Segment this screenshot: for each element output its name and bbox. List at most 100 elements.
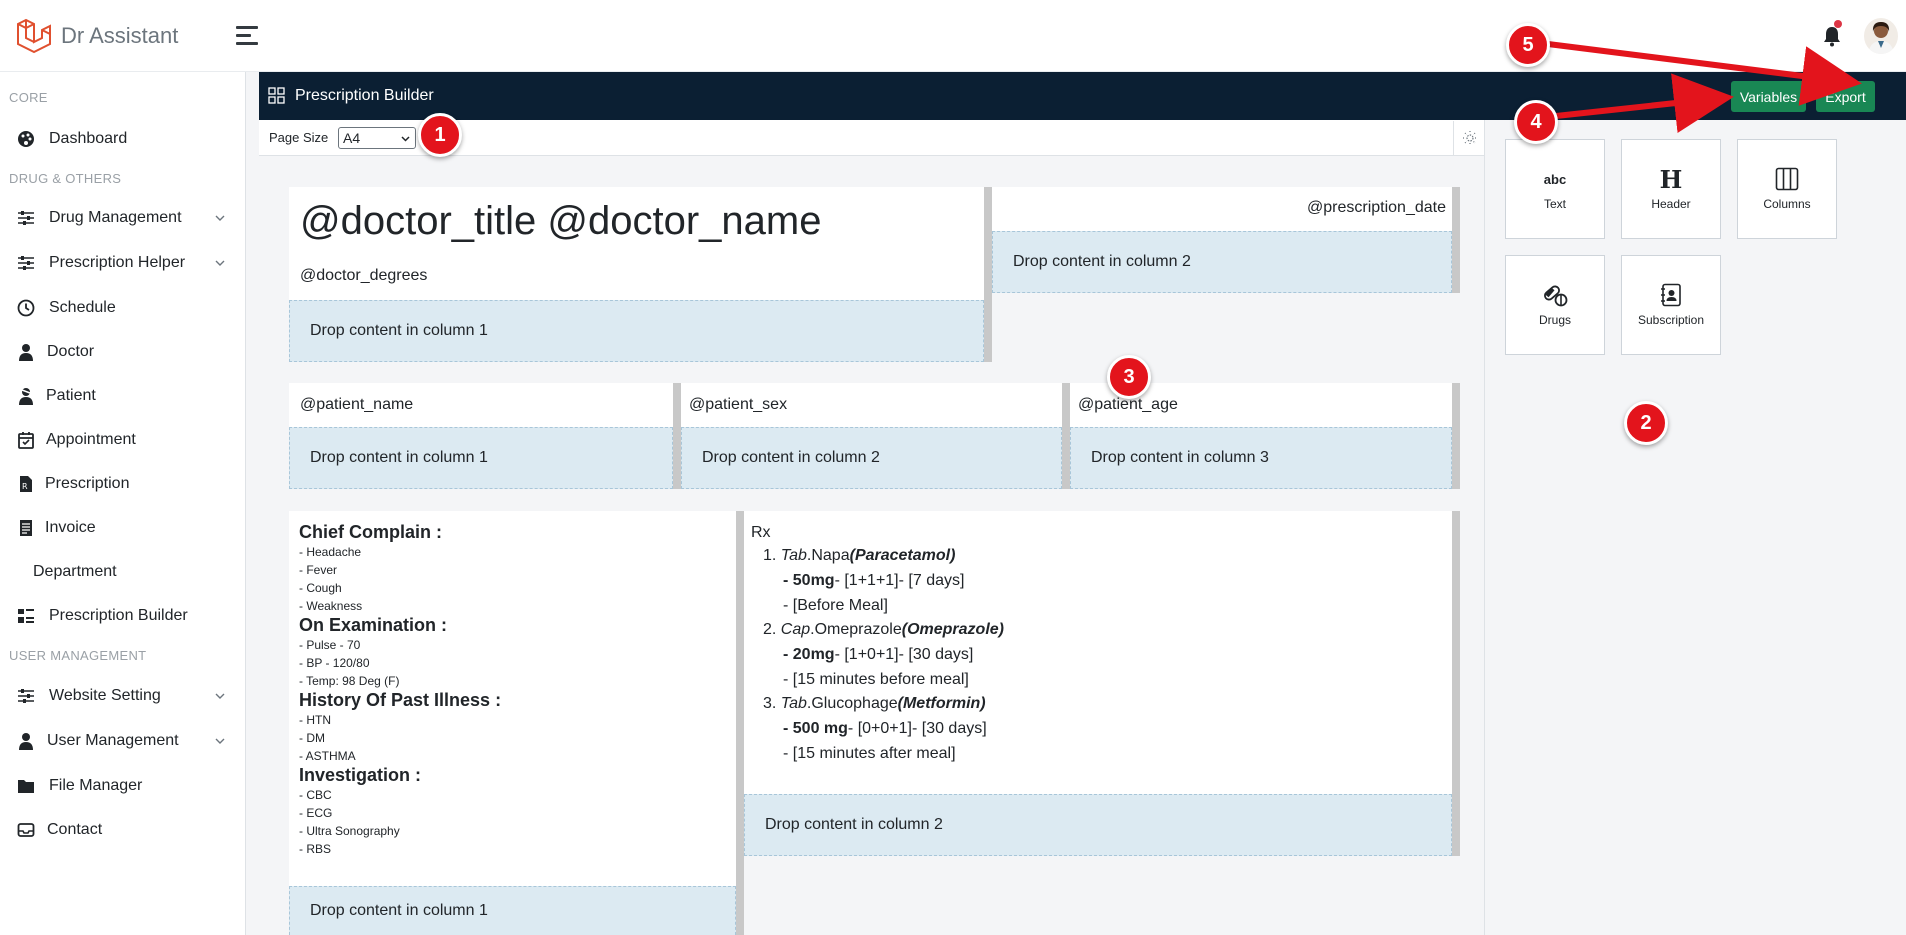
sidebar-item-doctor[interactable]: Doctor [0, 332, 245, 372]
list-item: - Fever [299, 563, 338, 577]
menu-toggle-icon[interactable] [236, 26, 258, 46]
page-size-select[interactable]: A4 [338, 127, 416, 149]
callout-badge-4: 4 [1514, 100, 1558, 144]
user-injured-icon [19, 388, 33, 405]
drug-dose: - 500 mg [783, 720, 848, 737]
component-header[interactable]: H Header [1621, 139, 1721, 239]
section-title: Chief Complain : [299, 522, 442, 542]
list-item: - Temp: 98 Deg (F) [299, 674, 400, 688]
doctor-title-name-variable[interactable]: @doctor_title @doctor_name [300, 199, 821, 244]
component-drugs[interactable]: Drugs [1505, 255, 1605, 355]
notification-bell-icon[interactable] [1820, 24, 1844, 48]
user-icon [19, 733, 33, 750]
drug-dose-line: - 20mg- [1+0+1]- [30 days] [783, 646, 973, 664]
list-item: - HTN [299, 713, 331, 727]
column-resize-handle[interactable] [1062, 383, 1070, 489]
doctor-degrees-variable[interactable]: @doctor_degrees [300, 267, 427, 285]
drug-dose-line: - 50mg- [1+1+1]- [7 days] [783, 572, 964, 590]
sidebar-item-contact[interactable]: Contact [0, 810, 245, 850]
row3-drop-column1[interactable]: Drop content in column 1 [289, 886, 736, 935]
clinical-notes-text[interactable]: Chief Complain : - Headache - Fever - Co… [299, 522, 501, 858]
list-item: - Headache [299, 545, 362, 559]
page-size-label: Page Size [269, 130, 329, 145]
sidebar-item-label: Patient [46, 387, 96, 404]
column-resize-handle[interactable] [673, 383, 681, 489]
row2-drop-column1[interactable]: Drop content in column 1 [289, 427, 673, 489]
variables-button[interactable]: Variables [1731, 81, 1806, 112]
list-item: - ECG [299, 806, 333, 820]
brand[interactable]: Dr Assistant [14, 16, 178, 56]
chevron-down-icon [215, 738, 225, 744]
sliders-icon [18, 211, 34, 225]
patient-sex-variable[interactable]: @patient_sex [689, 396, 787, 414]
components-panel [1486, 120, 1906, 935]
list-item: - Weakness [299, 599, 363, 613]
drug-generic: (Omeprazole) [901, 621, 1004, 638]
row2-drop-column3[interactable]: Drop content in column 3 [1070, 427, 1452, 489]
drug-item: 3. Tab.Glucophage(Metformin) [763, 695, 986, 713]
brand-name: Dr Assistant [61, 23, 179, 48]
sidebar-item-prescription-helper[interactable]: Prescription Helper [0, 243, 245, 283]
sidebar-item-dashboard[interactable]: Dashboard [0, 119, 245, 159]
row3-drop-column2[interactable]: Drop content in column 2 [744, 794, 1452, 856]
sidebar-item-drug-management[interactable]: Drug Management [0, 198, 245, 238]
sidebar-item-appointment[interactable]: Appointment [0, 420, 245, 460]
top-navbar: Dr Assistant [0, 0, 1906, 72]
sidebar-heading-user-management: USER MANAGEMENT [9, 648, 147, 663]
columns-icon [1775, 167, 1799, 191]
row2-drop-column2[interactable]: Drop content in column 2 [681, 427, 1062, 489]
column-resize-handle[interactable] [1452, 187, 1460, 293]
section-title: On Examination : [299, 615, 448, 635]
section-title: History Of Past Illness : [299, 690, 502, 710]
column-resize-handle[interactable] [984, 187, 992, 362]
builder-icon [18, 609, 34, 623]
builder-header [259, 72, 1906, 120]
row1-drop-column2[interactable]: Drop content in column 2 [992, 231, 1452, 293]
column-resize-handle[interactable] [1452, 511, 1460, 856]
drug-number: 1. [763, 547, 777, 564]
drug-note: - [15 minutes before meal] [783, 671, 969, 688]
sidebar-item-prescription-builder[interactable]: Prescription Builder [0, 596, 245, 636]
component-columns[interactable]: Columns [1737, 139, 1837, 239]
sidebar-item-patient[interactable]: Patient [0, 376, 245, 416]
section-title: Investigation : [299, 765, 422, 785]
rx-label: Rx [751, 524, 771, 541]
sidebar-item-prescription[interactable]: R Prescription [0, 464, 245, 504]
drug-schedule: - [0+0+1]- [30 days] [847, 720, 987, 737]
patient-name-variable[interactable]: @patient_name [300, 396, 413, 414]
sidebar-item-user-management[interactable]: User Management [0, 721, 245, 761]
sidebar-item-file-manager[interactable]: File Manager [0, 766, 245, 806]
sidebar-item-label: Appointment [46, 431, 136, 448]
drug-name: .Glucophage [806, 695, 898, 712]
sidebar-item-label: File Manager [49, 777, 143, 794]
component-text[interactable]: abc Text [1505, 139, 1605, 239]
canvas-settings-button[interactable] [1453, 121, 1485, 155]
callout-badge-3: 3 [1107, 355, 1151, 399]
sidebar-item-label: Department [33, 563, 117, 580]
sidebar-item-website-setting[interactable]: Website Setting [0, 676, 245, 716]
chevron-down-icon [215, 260, 225, 266]
column-resize-handle[interactable] [736, 511, 744, 935]
drug-note: - [15 minutes after meal] [783, 745, 956, 762]
component-subscription[interactable]: Subscription [1621, 255, 1721, 355]
list-item: - Ultra Sonography [299, 824, 400, 838]
pills-icon [1544, 285, 1568, 307]
invoice-icon [20, 520, 32, 536]
sidebar-item-invoice[interactable]: Invoice [0, 508, 245, 548]
sidebar-item-label: Invoice [45, 519, 96, 536]
sidebar-item-department[interactable]: Department [0, 552, 245, 592]
svg-text:R: R [22, 482, 28, 491]
sidebar-item-schedule[interactable]: Schedule [0, 288, 245, 328]
column-resize-handle[interactable] [1452, 383, 1460, 489]
callout-badge-5: 5 [1506, 23, 1550, 67]
drug-schedule: - [1+1+1]- [7 days] [834, 572, 965, 589]
laravel-logo-icon [17, 18, 51, 54]
sidebar-item-label: Website Setting [49, 687, 161, 704]
row1-drop-column1[interactable]: Drop content in column 1 [289, 300, 984, 362]
export-button[interactable]: Export [1816, 81, 1875, 112]
user-avatar[interactable] [1864, 18, 1898, 54]
prescription-date-variable[interactable]: @prescription_date [1307, 199, 1446, 217]
sidebar-heading-core: CORE [9, 90, 48, 105]
drug-name: .Napa [806, 547, 850, 564]
calendar-check-icon [18, 432, 34, 449]
